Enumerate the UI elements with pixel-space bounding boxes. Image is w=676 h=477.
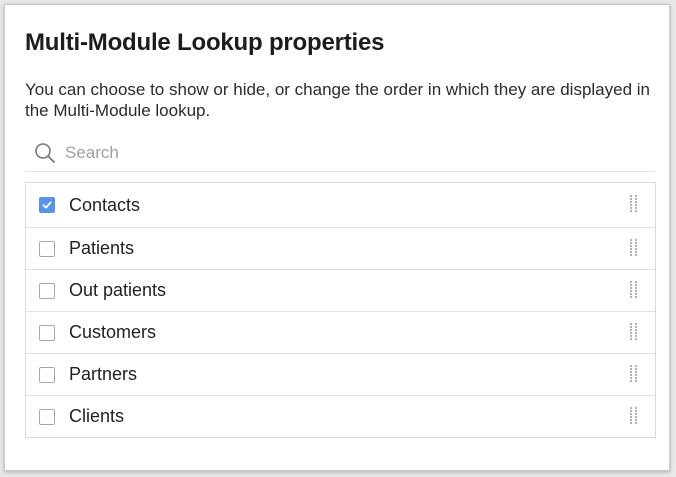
module-checkbox-customers[interactable] <box>39 324 55 341</box>
module-row-customers[interactable]: Customers <box>26 311 655 353</box>
drag-handle-icon[interactable] <box>630 280 638 301</box>
module-row-clients[interactable]: Clients <box>26 395 655 437</box>
module-checkbox-out-patients[interactable] <box>39 282 55 299</box>
module-label: Clients <box>69 406 125 426</box>
search-icon[interactable] <box>33 141 57 165</box>
drag-handle-icon[interactable] <box>630 322 638 343</box>
checkmark-icon <box>42 201 52 209</box>
module-checkbox-partners[interactable] <box>39 366 55 383</box>
search-bar <box>25 135 655 172</box>
module-checkbox-clients[interactable] <box>39 408 55 425</box>
module-checkbox-patients[interactable] <box>39 240 55 257</box>
module-row-patients[interactable]: Patients <box>26 227 655 269</box>
module-checkbox-contacts[interactable] <box>39 197 55 213</box>
dialog-title: Multi-Module Lookup properties <box>25 29 385 56</box>
dialog-description: You can choose to show or hide, or chang… <box>25 80 650 120</box>
module-label: Customers <box>69 322 157 342</box>
module-label: Partners <box>69 364 138 384</box>
drag-handle-icon[interactable] <box>630 238 638 259</box>
module-label: Out patients <box>69 280 167 300</box>
multi-module-lookup-dialog: Multi-Module Lookup properties You can c… <box>4 4 670 471</box>
search-input[interactable] <box>65 143 625 163</box>
drag-handle-icon[interactable] <box>630 195 638 215</box>
module-row-contacts[interactable]: Contacts <box>26 183 655 227</box>
module-label: Patients <box>69 238 135 258</box>
module-list: Contacts Patients Out patients Customers… <box>25 182 656 438</box>
module-row-out-patients[interactable]: Out patients <box>26 269 655 311</box>
drag-handle-icon[interactable] <box>630 364 638 385</box>
drag-handle-icon[interactable] <box>630 406 638 427</box>
module-label: Contacts <box>69 194 141 215</box>
module-row-partners[interactable]: Partners <box>26 353 655 395</box>
